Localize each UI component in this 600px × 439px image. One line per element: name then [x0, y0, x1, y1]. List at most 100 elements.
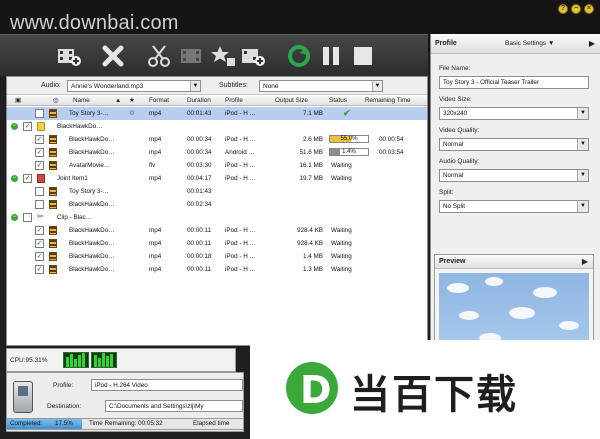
table-row[interactable]: − ✂ Clip - Blac… [7, 211, 427, 224]
col-output-size[interactable]: Output Size [275, 97, 308, 104]
row-checkbox[interactable]: ✓ [23, 122, 32, 131]
film-icon [49, 239, 57, 248]
row-checkbox[interactable]: ✓ [35, 239, 44, 248]
scissors-icon: ✂ [37, 212, 44, 221]
video-quality-dropdown[interactable]: Normal ▼ [439, 138, 589, 151]
file-name: BlackHawkDo… [69, 253, 115, 260]
file-format: mp4 [149, 149, 162, 156]
add-output-icon[interactable] [240, 43, 266, 69]
file-duration: 00:00:34 [187, 149, 212, 156]
effect-icon[interactable] [210, 43, 236, 69]
file-name: BlackHawkDo… [69, 149, 115, 156]
table-row[interactable]: Toy Story 3-… ⚙ mp4 00:01:43 iPod - H … 7.1 M… [7, 107, 427, 120]
table-row[interactable]: ✓ AvatarMovie… flv 00:03:30 iPod - H … 16.1 M… [7, 159, 427, 172]
stop-icon[interactable] [350, 43, 376, 69]
pause-icon[interactable] [318, 43, 344, 69]
file-format: mp4 [149, 175, 162, 182]
merge-icon[interactable] [178, 43, 204, 69]
profile-dropdown[interactable]: iPod - H.264 Video [91, 379, 243, 391]
panel-arrow-icon[interactable]: ▶ [589, 39, 595, 48]
row-checkbox[interactable] [35, 109, 44, 118]
film-icon [49, 252, 57, 261]
audio-dropdown[interactable]: Annie's Wonderland.mp3 ▼ [67, 80, 201, 92]
done-check-icon: ✔ [343, 108, 351, 118]
expand-icon[interactable]: − [11, 214, 18, 221]
file-size: 1.4 MB [303, 253, 323, 260]
col-name[interactable]: Name [73, 97, 90, 104]
file-duration: 00:01:43 [187, 110, 212, 117]
split-dropdown[interactable]: No Split ▼ [439, 200, 589, 213]
row-checkbox[interactable] [35, 200, 44, 209]
table-row[interactable]: − ✓ Joint Item1 mp4 00:04:17 iPod - H … 19.7 M… [7, 172, 427, 185]
logo-text: 当百下载 [350, 372, 518, 418]
convert-icon[interactable] [286, 43, 312, 69]
table-row[interactable]: ✓ BlackHawkDo… mp4 00:00:34 Android … 51.6 MB… [7, 146, 427, 159]
row-checkbox[interactable]: ✓ [35, 252, 44, 261]
table-row[interactable]: ✓ BlackHawkDo… mp4 00:00:11 iPod - H … 928.4 … [7, 224, 427, 237]
table-row[interactable]: Toy Story 3-… 00:01:43 [7, 185, 427, 198]
expand-icon[interactable]: − [11, 123, 18, 130]
subtitles-dropdown[interactable]: None ▼ [259, 80, 383, 92]
row-checkbox[interactable]: ✓ [35, 265, 44, 274]
table-row[interactable]: ✓ BlackHawkDo… mp4 00:00:11 iPod - H … 928.4 … [7, 237, 427, 250]
file-profile: iPod - H … [225, 175, 256, 182]
file-profile: iPod - H … [225, 227, 256, 234]
row-checkbox[interactable]: ✓ [35, 148, 44, 157]
destination-input[interactable]: C:\Documents and Settings\zlj\My [105, 400, 243, 412]
audio-quality-dropdown[interactable]: Normal ▼ [439, 169, 589, 182]
row-checkbox[interactable]: ✓ [35, 161, 44, 170]
subtitles-value: None [263, 83, 279, 90]
chevron-down-icon: ▼ [577, 201, 588, 212]
file-duration: 00:03:30 [187, 162, 212, 169]
minimize-button[interactable]: − [571, 4, 581, 14]
preview-panel: Preview ▶ [434, 254, 594, 354]
file-profile: iPod - H … [225, 240, 256, 247]
elapsed-time: Elapsed time [193, 420, 230, 427]
close-button[interactable]: × [584, 4, 594, 14]
settings-icon[interactable]: ⚙ [129, 110, 135, 117]
table-row[interactable]: BlackHawkDo… 00:02:34 [7, 198, 427, 211]
window-controls: ? − × [558, 4, 594, 14]
cloud-shape [447, 283, 469, 293]
col-status[interactable]: Status [329, 97, 347, 104]
play-icon[interactable]: ▶ [582, 257, 588, 266]
file-duration: 00:01:43 [187, 188, 212, 195]
clip-icon[interactable] [146, 43, 172, 69]
settings-mode-label: Basic Settings [505, 40, 547, 47]
select-all-icon[interactable]: ▣ [15, 97, 21, 104]
video-size-dropdown[interactable]: 320x240 ▼ [439, 107, 589, 120]
help-button[interactable]: ? [558, 4, 568, 14]
col-format[interactable]: Format [149, 97, 169, 104]
row-checkbox[interactable]: ✓ [23, 174, 32, 183]
file-format: mp4 [149, 136, 162, 143]
film-icon [49, 161, 57, 170]
cloud-shape [533, 287, 557, 298]
file-name-input[interactable]: Toy Story 3 - Official Teaser Trailer [439, 76, 589, 89]
col-remaining[interactable]: Remaining Time [365, 97, 411, 104]
audio-quality-label: Audio Quality: [439, 158, 480, 165]
row-checkbox[interactable] [23, 213, 32, 222]
file-name: Clip - Blac… [57, 214, 92, 221]
row-checkbox[interactable]: ✓ [35, 226, 44, 235]
remove-icon[interactable] [100, 43, 126, 69]
table-row[interactable]: ✓ BlackHawkDo… mp4 00:00:18 iPod - H … 1.4 MB… [7, 250, 427, 263]
film-icon [49, 148, 57, 157]
table-row[interactable]: ✓ BlackHawkDo… mp4 00:00:11 iPod - H … 1.3 MB… [7, 263, 427, 276]
joint-icon [37, 174, 45, 183]
col-profile[interactable]: Profile [225, 97, 243, 104]
settings-mode-dropdown[interactable]: Basic Settings ▼ [505, 40, 554, 47]
col-duration[interactable]: Duration [187, 97, 211, 104]
row-checkbox[interactable] [35, 187, 44, 196]
split-value: No Split [443, 203, 466, 210]
table-row[interactable]: − ✓ BlackHawkDo… [7, 120, 427, 133]
file-profile: iPod - H … [225, 136, 256, 143]
file-size: 2.6 MB [303, 136, 323, 143]
expand-icon[interactable]: − [11, 175, 18, 182]
table-row[interactable]: ✓ BlackHawkDo… mp4 00:00:34 iPod - H … 2.6 MB… [7, 133, 427, 146]
file-size: 1.3 MB [303, 266, 323, 273]
file-size: 928.4 KB [297, 240, 323, 247]
add-video-icon[interactable] [56, 43, 82, 69]
cpu-graph-core-1 [63, 352, 89, 368]
completed-value: 17.5% [55, 420, 73, 427]
row-checkbox[interactable]: ✓ [35, 135, 44, 144]
